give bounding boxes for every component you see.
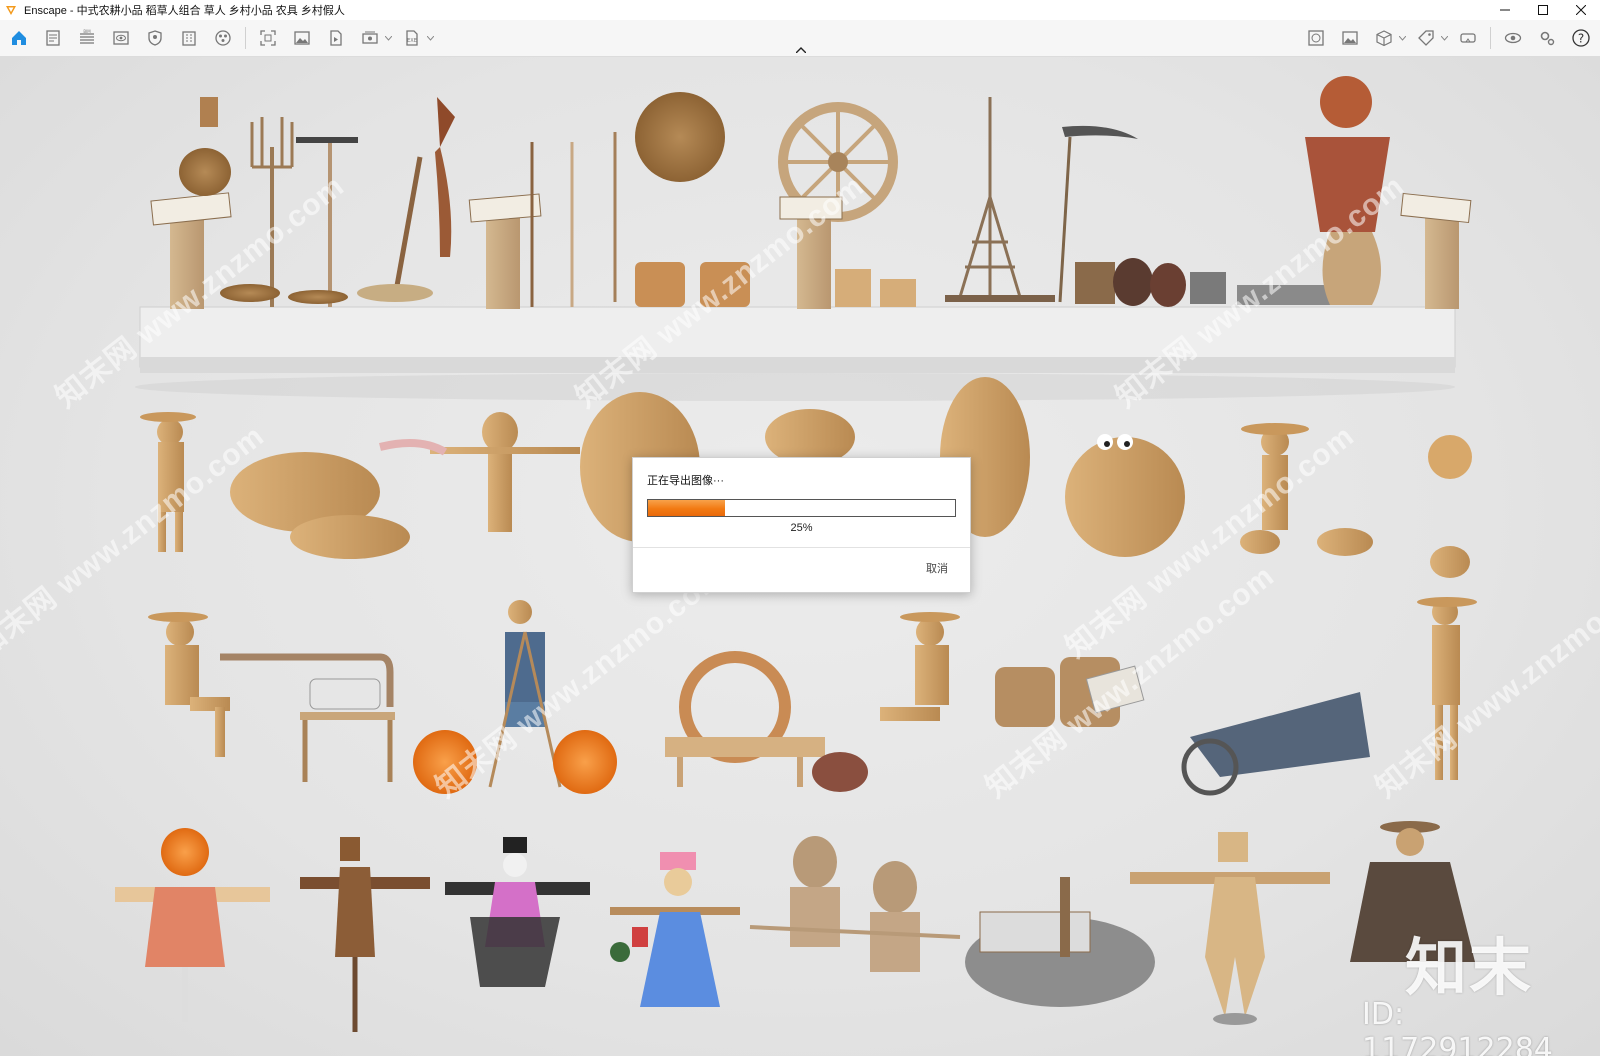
exe-export-button[interactable]: EXE: [397, 23, 427, 53]
visibility-icon: [1504, 32, 1522, 44]
image-gallery-icon: [1342, 31, 1358, 45]
home-button[interactable]: [4, 23, 34, 53]
screenshot-icon: [260, 30, 276, 46]
svg-text:?: ?: [1578, 32, 1584, 46]
dialog-divider: [633, 547, 970, 548]
enscape-logo-icon: [4, 3, 18, 17]
window-title: Enscape - 中式农耕小品 稻草人组合 草人 乡村小品 农具 乡村假人: [24, 5, 345, 17]
svg-text:EXE: EXE: [407, 38, 417, 44]
image-button[interactable]: [287, 23, 317, 53]
vr-headset-icon: [1460, 33, 1476, 43]
panorama-button[interactable]: [355, 23, 385, 53]
eye-view-icon: [113, 31, 129, 45]
export-progress-dialog: 正在导出图像··· 25% 取消: [632, 457, 971, 593]
video-file-icon: [330, 30, 342, 46]
close-button[interactable]: [1562, 0, 1600, 20]
panorama-icon: [362, 31, 378, 44]
dialog-title: 正在导出图像···: [647, 475, 724, 487]
visibility-button[interactable]: [1498, 23, 1528, 53]
progress-bar: [647, 499, 956, 517]
building-button[interactable]: [174, 23, 204, 53]
toolbar-separator: [245, 27, 246, 49]
settings-button[interactable]: [1532, 23, 1562, 53]
progress-bar-fill: [648, 500, 725, 516]
building-icon: [182, 31, 196, 46]
cube-button[interactable]: [1369, 23, 1399, 53]
document-button[interactable]: [38, 23, 68, 53]
display-platform: [135, 306, 1456, 401]
eye-view-button[interactable]: [106, 23, 136, 53]
screenshot-button[interactable]: [253, 23, 283, 53]
shield-button[interactable]: [140, 23, 170, 53]
video-file-button[interactable]: [321, 23, 351, 53]
asset-library-button[interactable]: [208, 23, 238, 53]
brand-id-label: ID: 1172912284: [1362, 997, 1553, 1056]
toolbar-separator: [1490, 27, 1491, 49]
help-button[interactable]: ?: [1566, 23, 1596, 53]
tag-button[interactable]: [1411, 23, 1441, 53]
tag-icon: [1418, 30, 1434, 46]
bim-button[interactable]: BIM: [72, 23, 102, 53]
collapse-toolbar-button[interactable]: [792, 44, 810, 56]
cube-icon: [1376, 30, 1392, 47]
straw-figures-row-2: [148, 597, 1477, 796]
image-icon: [294, 31, 310, 45]
title-bar: Enscape - 中式农耕小品 稻草人组合 草人 乡村小品 农具 乡村假人: [0, 0, 1600, 20]
chevron-up-icon: [796, 47, 806, 53]
cancel-button[interactable]: 取消: [926, 560, 948, 576]
maximize-button[interactable]: [1524, 0, 1562, 20]
brand-logo: 知末: [1405, 931, 1534, 1004]
help-icon: ?: [1572, 29, 1590, 47]
material-editor-icon: [1308, 30, 1324, 46]
minimize-button[interactable]: [1486, 0, 1524, 20]
material-editor-button[interactable]: [1301, 23, 1331, 53]
shield-icon: [148, 30, 162, 46]
svg-text:BIM: BIM: [83, 29, 91, 34]
chevron-down-icon: [426, 35, 434, 41]
bim-icon: BIM: [80, 29, 94, 44]
chevron-down-icon: [1398, 35, 1406, 41]
settings-icon: [1540, 31, 1555, 46]
asset-library-icon: [215, 30, 231, 46]
scarecrows-row-3: [115, 821, 1475, 1032]
home-icon: [12, 31, 26, 45]
exe-export-icon: EXE: [406, 30, 418, 46]
progress-percent: 25%: [790, 522, 813, 534]
image-gallery-button[interactable]: [1335, 23, 1365, 53]
chevron-down-icon: [384, 35, 392, 41]
document-icon: [46, 30, 60, 46]
chevron-down-icon: [1440, 35, 1448, 41]
vr-headset-button[interactable]: [1453, 23, 1483, 53]
